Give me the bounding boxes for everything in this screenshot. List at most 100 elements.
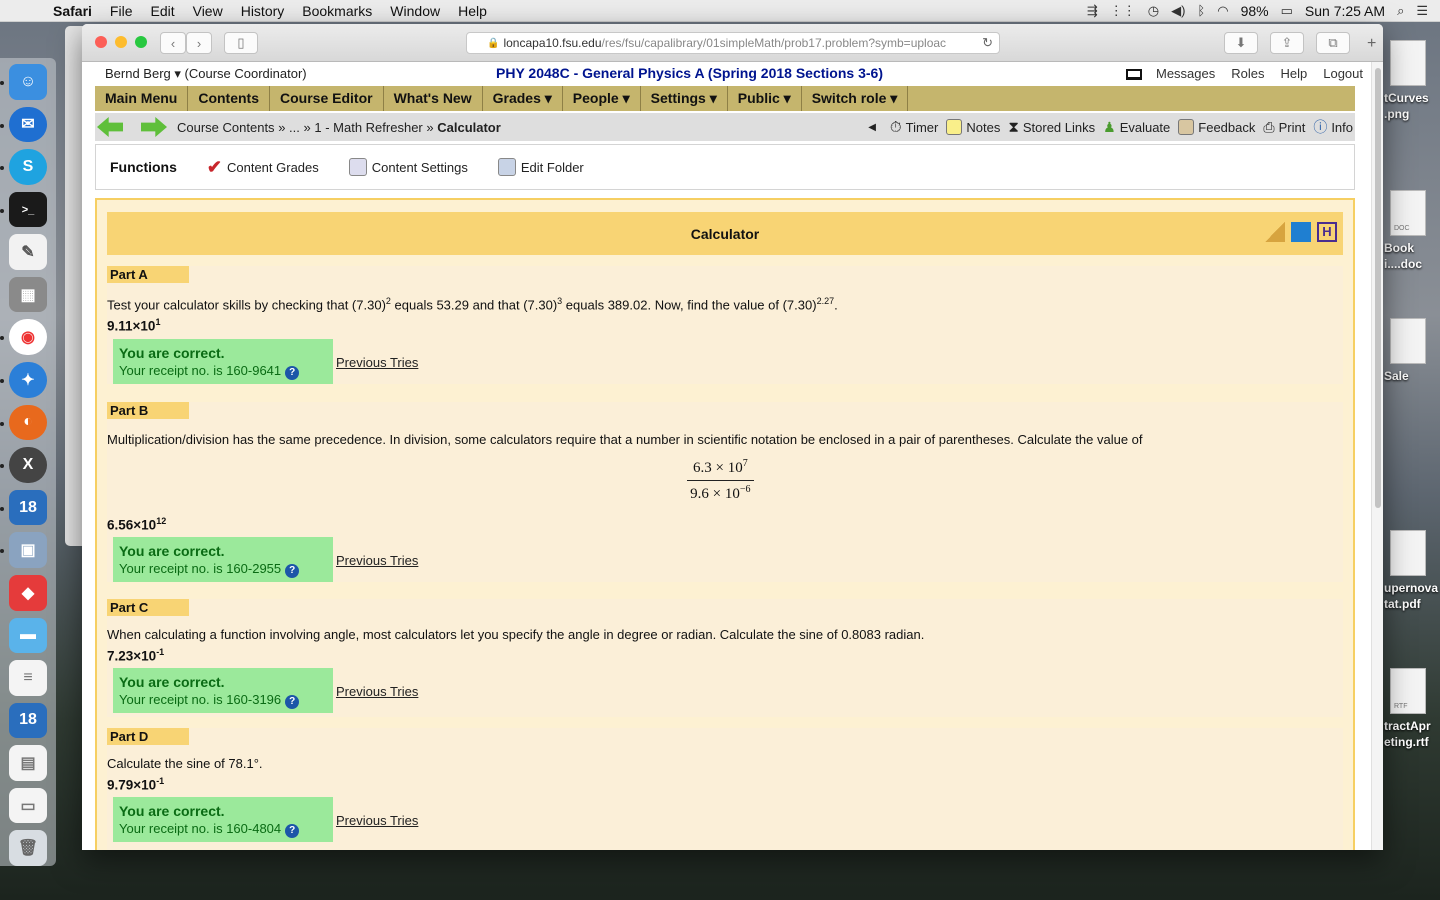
app-red-icon[interactable]: ◆ (9, 574, 47, 611)
menu-edit[interactable]: Edit (141, 3, 183, 19)
roles-link[interactable]: Roles (1231, 66, 1264, 81)
vertical-scrollbar[interactable] (1371, 62, 1383, 850)
menu-grades[interactable]: Grades ▾ (483, 86, 563, 111)
stored-links-tool[interactable]: ⧗ Stored Links (1008, 119, 1095, 136)
battery-percent[interactable]: 98% (1241, 3, 1269, 19)
menu-contents[interactable]: Contents (188, 86, 271, 111)
help-h-icon[interactable]: H (1317, 222, 1337, 242)
menubar-clock[interactable]: Sun 7:25 AM (1305, 3, 1385, 19)
menu-history[interactable]: History (232, 3, 294, 19)
help-question-icon[interactable]: ? (285, 564, 300, 578)
menu-settings[interactable]: Settings ▾ (641, 86, 728, 111)
feedback-tool[interactable]: Feedback (1178, 119, 1255, 135)
new-tab-plus-icon[interactable]: + (1367, 35, 1376, 53)
terminal-icon[interactable]: >_ (0, 191, 47, 228)
safari-icon[interactable]: ✦ (0, 362, 47, 398)
menu-switch-role[interactable]: Switch role ▾ (802, 86, 909, 111)
previous-tries-link[interactable]: Previous Tries (336, 813, 418, 828)
edit-folder-link[interactable]: Edit Folder (497, 158, 584, 176)
volume-icon[interactable]: ◀) (1171, 3, 1185, 19)
menu-view[interactable]: View (184, 3, 232, 19)
back-button[interactable]: ‹ (160, 32, 186, 54)
tabs-overview-button[interactable]: ⧉ (1316, 32, 1350, 54)
time-machine-icon[interactable]: ◷ (1148, 3, 1159, 19)
calculator-icon[interactable]: ▦ (9, 276, 47, 313)
sidebar-toggle-button[interactable]: ▯ (224, 32, 258, 54)
previous-tries-link[interactable]: Previous Tries (336, 355, 418, 370)
finder-icon[interactable]: ☺ (0, 64, 47, 100)
timer-tool[interactable]: ⏱ Timer (890, 119, 938, 136)
forward-button[interactable]: › (186, 32, 212, 54)
tax-app-2-icon[interactable]: 18 (9, 702, 47, 739)
menu-public[interactable]: Public ▾ (728, 86, 802, 111)
window-thumbnail-icon[interactable]: ▭ (9, 787, 47, 824)
menu-file[interactable]: File (101, 3, 142, 19)
bluetooth-icon[interactable]: ᛒ (1197, 3, 1205, 18)
menu-main-menu[interactable]: Main Menu (95, 86, 189, 111)
preview-icon[interactable]: ▣ (0, 532, 47, 568)
minimize-window-button[interactable] (115, 36, 127, 48)
info-tool[interactable]: ⓘ Info (1313, 117, 1353, 137)
trash-icon[interactable]: 🗑 (9, 830, 47, 866)
menu-safari[interactable]: Safari (44, 3, 101, 19)
desktop-file-sale[interactable]: Sale (1384, 318, 1440, 384)
help-question-icon[interactable]: ? (285, 366, 300, 380)
close-window-button[interactable] (95, 36, 107, 48)
desktop-file-contract[interactable]: RTF tractApr eting.rtf (1384, 668, 1440, 750)
desktop-file-curves[interactable]: tCurves .png (1384, 40, 1440, 122)
menu-course-editor[interactable]: Course Editor (270, 86, 384, 111)
document-thumbnail-icon[interactable]: ≡ (9, 660, 47, 696)
messages-icon[interactable] (1125, 69, 1142, 81)
skype-icon[interactable]: S (0, 149, 47, 185)
help-link[interactable]: Help (1280, 66, 1307, 81)
menu-help[interactable]: Help (449, 3, 496, 19)
zoom-window-button[interactable] (135, 36, 147, 48)
user-name-dropdown[interactable]: Bernd Berg ▾ (105, 66, 181, 81)
content-settings-link[interactable]: Content Settings (348, 158, 468, 176)
ruler-icon[interactable] (1265, 222, 1285, 242)
network-icon[interactable]: ⋮⋮ (1110, 3, 1136, 19)
tax-app-icon[interactable]: 18 (0, 489, 47, 526)
collapse-tools-icon[interactable]: ◀ (868, 122, 876, 133)
logout-link[interactable]: Logout (1323, 66, 1363, 81)
x11-icon[interactable]: X (0, 447, 47, 483)
previous-tries-link[interactable]: Previous Tries (336, 684, 418, 699)
share-button[interactable]: ⇪ (1270, 32, 1304, 54)
desktop-file-supernova[interactable]: upernova tat.pdf (1384, 530, 1440, 612)
print-tool[interactable]: ⎙ Print (1263, 119, 1305, 136)
firefox-icon[interactable]: ◐ (0, 404, 47, 441)
downloads-button[interactable]: ⬇ (1224, 32, 1258, 54)
scrollbar-thumb[interactable] (1375, 68, 1381, 508)
folder-icon[interactable]: ▬ (9, 617, 47, 654)
notes-tool[interactable]: Notes (946, 119, 1000, 135)
reload-icon[interactable]: ↻ (982, 35, 993, 51)
menu-bookmarks[interactable]: Bookmarks (293, 3, 381, 19)
spotlight-search-icon[interactable]: ⌕ (1397, 3, 1404, 19)
previous-tries-link[interactable]: Previous Tries (336, 553, 418, 568)
evaluate-tool[interactable]: ♟ Evaluate (1103, 119, 1170, 136)
chrome-icon[interactable]: ◉ (0, 319, 47, 356)
help-question-icon[interactable]: ? (285, 695, 300, 709)
battery-icon[interactable]: ▭ (1281, 3, 1293, 19)
menu-whats-new[interactable]: What's New (384, 86, 483, 111)
previous-resource-arrow-icon[interactable] (97, 117, 123, 137)
address-bar[interactable]: 🔒 loncapa10.fsu.edu /res/fsu/capalibrary… (466, 32, 1000, 54)
help-question-icon[interactable]: ? (285, 824, 300, 838)
menu-window[interactable]: Window (381, 3, 449, 19)
notification-center-icon[interactable]: ☰ (1416, 3, 1428, 19)
crumb-ellipsis[interactable]: ... (289, 120, 300, 135)
crumb-math-refresher[interactable]: 1 - Math Refresher (314, 120, 422, 135)
next-resource-arrow-icon[interactable] (141, 117, 167, 137)
crumb-course-contents[interactable]: Course Contents (177, 120, 275, 135)
wifi-icon[interactable]: ◠ (1217, 3, 1228, 19)
desktop-file-book[interactable]: DOC Book i....doc (1384, 190, 1440, 272)
thunderbird-icon[interactable]: ✉ (0, 106, 47, 143)
email-feedback-icon[interactable] (1291, 222, 1311, 242)
airplay-icon[interactable]: ⇶ (1087, 3, 1098, 19)
spreadsheet-thumbnail-icon[interactable]: ▤ (9, 745, 47, 781)
problem-panel: Calculator H Part A Test your calculator… (95, 198, 1355, 850)
messages-link[interactable]: Messages (1156, 66, 1215, 81)
textedit-icon[interactable]: ✎ (9, 234, 47, 270)
menu-people[interactable]: People ▾ (563, 86, 641, 111)
content-grades-link[interactable]: ✔ Content Grades (207, 157, 319, 178)
